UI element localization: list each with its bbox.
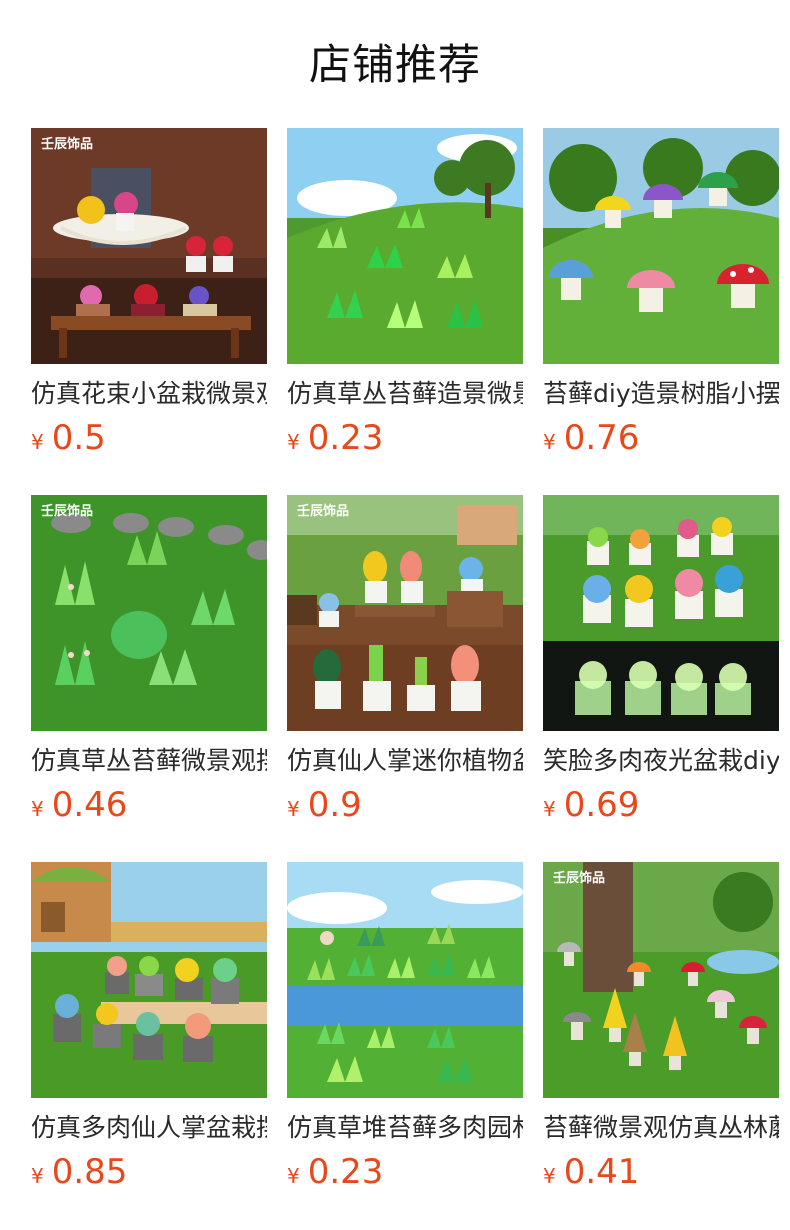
product-image[interactable] <box>287 862 523 1098</box>
price-amount: 0.5 <box>51 418 106 458</box>
forest-mushrooms-image: 壬辰饰品 <box>543 862 779 1098</box>
currency-symbol: ¥ <box>31 797 44 821</box>
brand-logo: 壬辰饰品 <box>41 503 93 519</box>
cactus-pots-image: 壬辰饰品 <box>287 495 523 731</box>
currency-symbol: ¥ <box>543 1164 556 1188</box>
product-image[interactable] <box>31 862 267 1098</box>
product-name[interactable]: 仿真花束小盆栽微景观 <box>31 374 267 414</box>
currency-symbol: ¥ <box>543 430 556 454</box>
price-amount: 0.9 <box>307 785 362 825</box>
product-card[interactable]: 仿真草丛苔藓造景微景观 ¥0.23 <box>287 128 523 458</box>
brand-logo: 壬辰饰品 <box>297 503 349 519</box>
product-price: ¥0.69 <box>543 783 639 827</box>
product-price: ¥0.46 <box>31 783 127 827</box>
price-amount: 0.76 <box>563 418 640 458</box>
product-image[interactable]: 壬辰饰品 <box>287 495 523 731</box>
product-name[interactable]: 笑脸多肉夜光盆栽diy <box>543 741 779 781</box>
product-card[interactable]: 壬辰饰品 仿真花束小盆栽微景观 ¥0.5 <box>31 128 267 458</box>
product-image[interactable] <box>287 128 523 364</box>
price-amount: 0.23 <box>307 1152 384 1192</box>
product-image[interactable]: 壬辰饰品 <box>543 862 779 1098</box>
currency-symbol: ¥ <box>543 797 556 821</box>
product-image[interactable] <box>543 128 779 364</box>
price-amount: 0.23 <box>307 418 384 458</box>
product-name[interactable]: 仿真仙人掌迷你植物盆栽 <box>287 741 523 781</box>
currency-symbol: ¥ <box>31 430 44 454</box>
currency-symbol: ¥ <box>287 797 300 821</box>
product-image[interactable]: 壬辰饰品 <box>31 128 267 364</box>
product-price: ¥0.23 <box>287 416 383 460</box>
price-amount: 0.85 <box>51 1152 128 1192</box>
price-amount: 0.69 <box>563 785 640 825</box>
product-name[interactable]: 仿真多肉仙人掌盆栽摆件 <box>31 1108 267 1148</box>
product-card[interactable]: 仿真多肉仙人掌盆栽摆件 ¥0.85 <box>31 862 267 1192</box>
product-price: ¥0.23 <box>287 1150 383 1194</box>
price-amount: 0.46 <box>51 785 128 825</box>
page-title: 店铺推荐 <box>308 40 481 89</box>
product-card[interactable]: 壬辰饰品 仿真草丛苔藓微景观摆件 ¥0.46 <box>31 495 267 825</box>
succulent-pots-image <box>31 862 267 1098</box>
brand-logo: 壬辰饰品 <box>41 136 93 152</box>
product-price: ¥0.9 <box>287 783 362 827</box>
product-image[interactable]: 壬辰饰品 <box>31 495 267 731</box>
product-price: ¥0.41 <box>543 1150 639 1194</box>
currency-symbol: ¥ <box>287 430 300 454</box>
product-card[interactable]: 苔藓diy造景树脂小摆件 ¥0.76 <box>543 128 779 458</box>
product-card[interactable]: 壬辰饰品 苔藓微景观仿真丛林蘑菇 ¥0.41 <box>543 862 779 1192</box>
mushrooms-image <box>543 128 779 364</box>
product-name[interactable]: 仿真草丛苔藓微景观摆件 <box>31 741 267 781</box>
product-name[interactable]: 仿真草丛苔藓造景微景观 <box>287 374 523 414</box>
product-price: ¥0.85 <box>31 1150 127 1194</box>
product-price: ¥0.5 <box>31 416 106 460</box>
glow-succulents-image <box>543 495 779 731</box>
currency-symbol: ¥ <box>287 1164 300 1188</box>
product-card[interactable]: 壬辰饰品 仿真仙人掌迷你植物盆栽 ¥0.9 <box>287 495 523 825</box>
price-amount: 0.41 <box>563 1152 640 1192</box>
product-name[interactable]: 仿真草堆苔藓多肉园林 <box>287 1108 523 1148</box>
product-price: ¥0.76 <box>543 416 639 460</box>
product-name[interactable]: 苔藓diy造景树脂小摆件 <box>543 374 779 414</box>
product-image[interactable] <box>543 495 779 731</box>
currency-symbol: ¥ <box>31 1164 44 1188</box>
product-card[interactable]: 笑脸多肉夜光盆栽diy ¥0.69 <box>543 495 779 825</box>
product-card[interactable]: 仿真草堆苔藓多肉园林 ¥0.23 <box>287 862 523 1192</box>
product-name[interactable]: 苔藓微景观仿真丛林蘑菇 <box>543 1108 779 1148</box>
flower-bouquet-image: 壬辰饰品 <box>31 128 267 364</box>
river-grass-image <box>287 862 523 1098</box>
grass-clumps-image <box>287 128 523 364</box>
grass-tufts-image: 壬辰饰品 <box>31 495 267 731</box>
brand-logo: 壬辰饰品 <box>553 870 605 886</box>
